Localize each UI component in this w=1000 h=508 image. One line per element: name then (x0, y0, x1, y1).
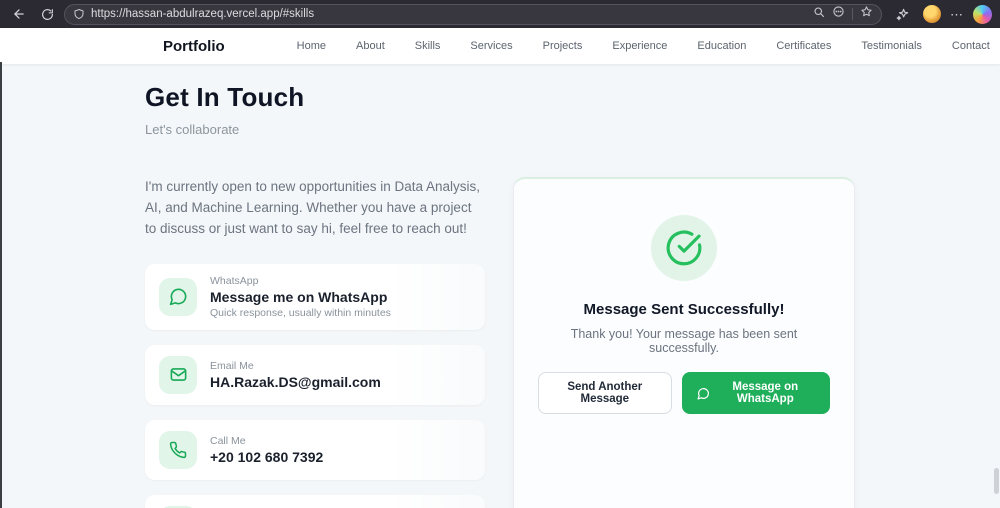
contact-card-email[interactable]: Email Me HA.Razak.DS@gmail.com (145, 344, 485, 405)
url-text[interactable]: https://hassan-abdulrazeq.vercel.app/#sk… (91, 8, 807, 20)
nav-link-education[interactable]: Education (697, 40, 746, 52)
nav-link-projects[interactable]: Projects (543, 40, 583, 52)
message-on-whatsapp-button[interactable]: Message on WhatsApp (681, 372, 830, 414)
copilot-icon[interactable] (973, 4, 992, 24)
success-title: Message Sent Successfully! (583, 301, 785, 318)
contact-label: WhatsApp (210, 274, 259, 287)
message-success-card: Message Sent Successfully! Thank you! Yo… (513, 177, 855, 508)
contact-label: Email Me (210, 359, 254, 372)
nav-link-testimonials[interactable]: Testimonials (861, 40, 922, 52)
toolbar-right-cluster: ⋯ (892, 3, 992, 25)
intro-text: I'm currently open to new opportunities … (145, 179, 481, 236)
contact-card-phone[interactable]: Call Me +20 102 680 7392 (145, 419, 485, 480)
nav-link-contact[interactable]: Contact (952, 40, 990, 52)
page-scrollbar[interactable] (994, 468, 999, 494)
brand-logo[interactable]: Portfolio (163, 38, 225, 55)
contact-section: Get In Touch Let's collaborate I'm curre… (0, 64, 1000, 508)
nav-link-skills[interactable]: Skills (415, 40, 441, 52)
success-message: Thank you! Your message has been sent su… (570, 327, 798, 355)
reload-icon (41, 8, 54, 21)
contact-value: Message me on WhatsApp (210, 288, 388, 305)
search-icon[interactable] (813, 5, 825, 23)
site-navbar: Portfolio Home About Skills Services Pro… (0, 28, 1000, 64)
nav-link-services[interactable]: Services (470, 40, 512, 52)
back-icon (12, 7, 26, 21)
nav-link-certificates[interactable]: Certificates (776, 40, 831, 52)
bookmark-star-icon[interactable] (860, 5, 873, 23)
sparkle-icon[interactable] (892, 3, 914, 25)
contact-value: +20 102 680 7392 (210, 448, 324, 465)
overflow-menu-icon[interactable]: ⋯ (950, 8, 964, 21)
whatsapp-chat-icon (697, 387, 710, 400)
page-subtitle: Let's collaborate (145, 122, 240, 137)
whatsapp-chat-icon (159, 277, 197, 316)
shield-icon[interactable] (73, 8, 85, 20)
toolbar-divider (852, 8, 853, 20)
contact-label: Call Me (210, 434, 246, 447)
reader-dots-icon[interactable] (832, 5, 845, 23)
whatsapp-button-label: Message on WhatsApp (732, 381, 799, 405)
envelope-icon (159, 355, 197, 394)
success-check-icon (651, 215, 717, 281)
profile-avatar[interactable] (923, 5, 941, 23)
contact-card-location[interactable]: Location Alexandria, Egypt (145, 494, 485, 508)
contact-cards: WhatsApp Message me on WhatsApp Quick re… (145, 263, 485, 508)
browser-toolbar: https://hassan-abdulrazeq.vercel.app/#sk… (0, 0, 1000, 28)
phone-icon (159, 430, 197, 469)
reload-button[interactable] (36, 3, 58, 25)
send-another-message-button[interactable]: Send Another Message (538, 372, 672, 414)
contact-card-whatsapp[interactable]: WhatsApp Message me on WhatsApp Quick re… (145, 263, 485, 330)
window-edge (0, 62, 2, 508)
url-bar[interactable]: https://hassan-abdulrazeq.vercel.app/#sk… (64, 3, 882, 25)
nav-link-about[interactable]: About (356, 40, 385, 52)
contact-info-column: I'm currently open to new opportunities … (145, 177, 485, 508)
back-button[interactable] (8, 3, 30, 25)
page-title: Get In Touch (145, 82, 305, 112)
contact-value: HA.Razak.DS@gmail.com (210, 373, 381, 390)
nav-link-experience[interactable]: Experience (612, 40, 667, 52)
browser-window: https://hassan-abdulrazeq.vercel.app/#sk… (0, 0, 1000, 508)
nav-links: Home About Skills Services Projects Expe… (297, 40, 990, 52)
contact-note: Quick response, usually within minutes (210, 306, 391, 319)
nav-link-home[interactable]: Home (297, 40, 326, 52)
